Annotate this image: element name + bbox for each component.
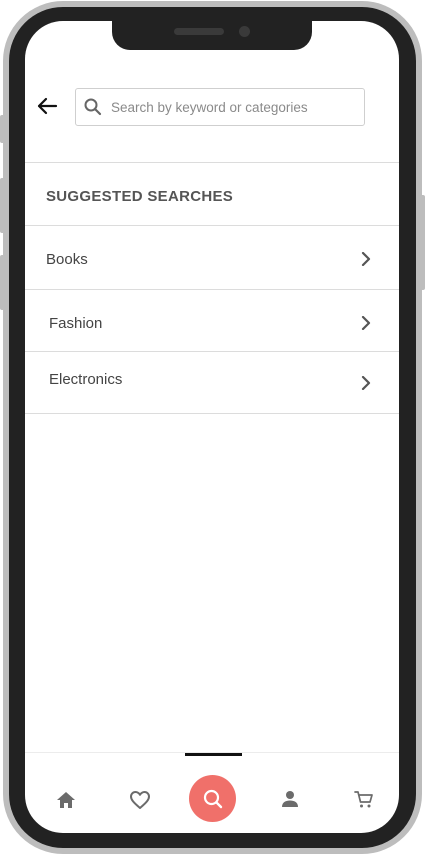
search-icon xyxy=(83,96,105,118)
suggestion-label: Electronics xyxy=(49,371,123,388)
search-icon xyxy=(203,789,222,808)
divider xyxy=(25,162,399,163)
suggestion-label: Fashion xyxy=(49,315,103,332)
divider xyxy=(25,413,399,414)
chevron-right-icon xyxy=(361,376,371,390)
arrow-left-icon xyxy=(37,97,58,115)
nav-cart[interactable] xyxy=(350,786,378,812)
suggestion-item-electronics[interactable]: Electronics xyxy=(25,352,399,414)
search-field[interactable] xyxy=(75,88,365,126)
mute-switch xyxy=(0,115,5,143)
power-button xyxy=(420,195,425,290)
heart-icon xyxy=(130,791,150,809)
screen xyxy=(25,21,399,833)
chevron-right-icon xyxy=(361,316,371,330)
chevron-right-icon xyxy=(361,252,371,266)
search-input[interactable] xyxy=(109,98,353,116)
nav-home[interactable] xyxy=(53,787,79,813)
suggestion-label: Books xyxy=(46,251,88,268)
nav-profile[interactable] xyxy=(277,786,303,812)
volume-down-button xyxy=(0,255,5,310)
person-icon xyxy=(282,791,298,807)
nav-search-button[interactable] xyxy=(189,775,236,822)
back-button[interactable] xyxy=(36,95,58,117)
suggestion-item-fashion[interactable]: Fashion xyxy=(25,290,399,352)
home-icon xyxy=(57,792,75,808)
volume-up-button xyxy=(0,178,5,233)
suggestion-item-books[interactable]: Books xyxy=(25,227,399,289)
divider xyxy=(25,225,399,226)
nav-favorites[interactable] xyxy=(127,787,153,813)
notch xyxy=(112,20,312,50)
active-tab-indicator xyxy=(185,753,242,756)
speaker-grille xyxy=(174,28,224,35)
cart-icon xyxy=(354,791,373,808)
section-title: SUGGESTED SEARCHES xyxy=(46,188,234,205)
front-camera xyxy=(239,26,250,37)
